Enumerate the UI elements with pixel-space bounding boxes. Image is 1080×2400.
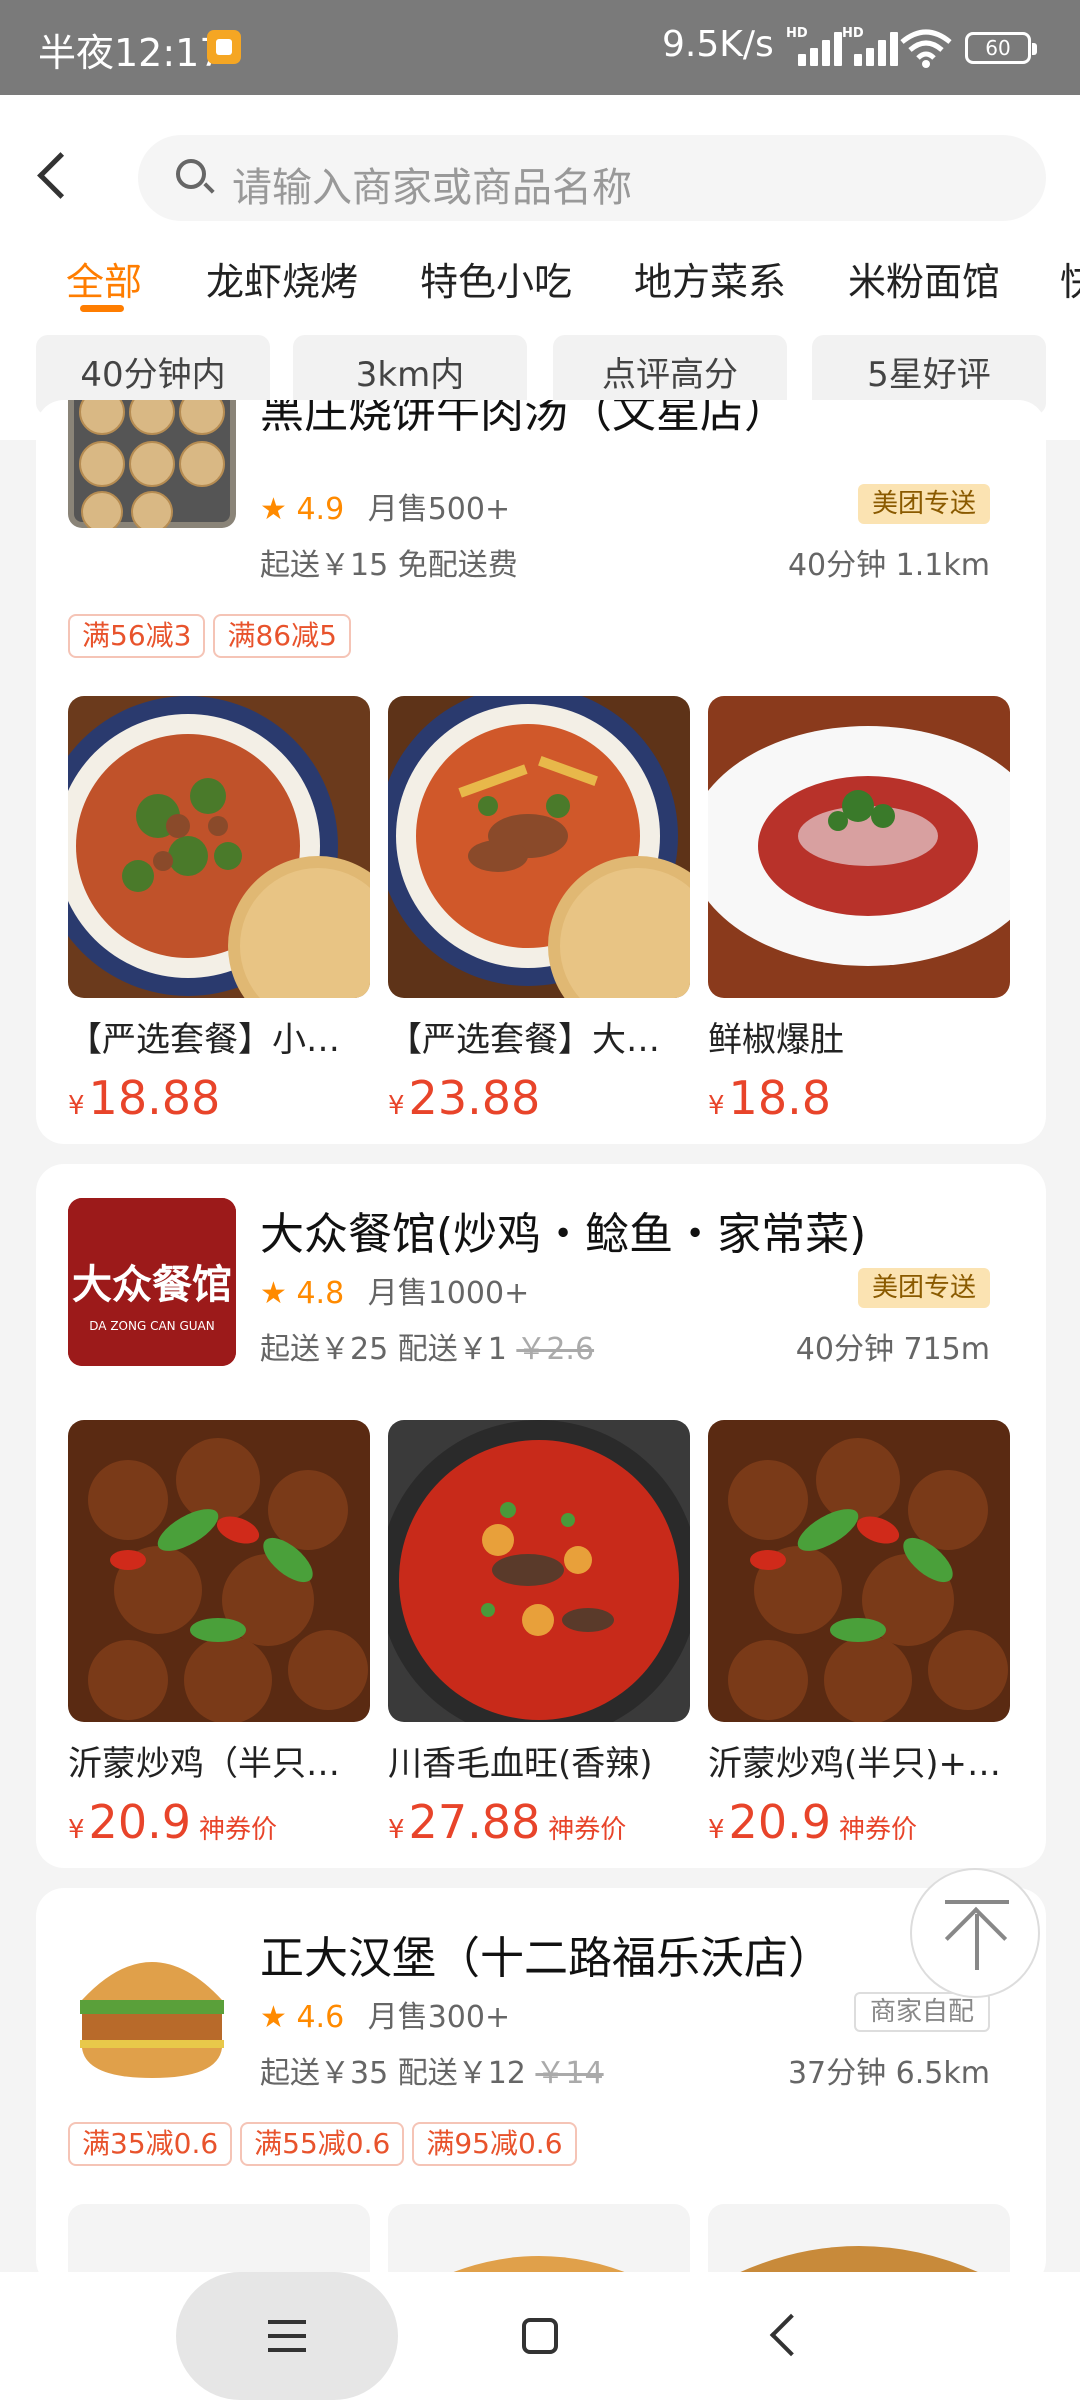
dish-name: 川香毛血旺(香辣) xyxy=(388,1744,653,1784)
shop-name[interactable]: 黑庄烧饼牛肉汤（文星店） xyxy=(260,400,788,440)
tab-noodles[interactable]: 米粉面馆 xyxy=(848,251,1000,306)
tab-all[interactable]: 全部 xyxy=(66,251,142,306)
dish-image xyxy=(708,1420,1010,1722)
wifi-icon xyxy=(900,29,952,68)
shop-card[interactable]: 正大汉堡（十二路福乐沃店） ★ 4.6 月售300+ 商家自配 起送￥35 配送… xyxy=(36,1888,1046,2288)
dish-price: ¥18.88 xyxy=(68,1071,221,1125)
shop-rating: ★ 4.6 月售300+ xyxy=(260,2000,511,2035)
notification-icon xyxy=(207,30,241,64)
dish-price: ¥27.88 神券价 xyxy=(388,1795,627,1849)
dish-name: 鲜椒爆肚 xyxy=(708,1020,844,1060)
promo-tag: 满35减0.6 xyxy=(68,2122,233,2166)
dish-name: 【严选套餐】小… xyxy=(68,1020,340,1060)
dish-item[interactable]: 【严选套餐】小… ¥18.88 xyxy=(68,696,370,1125)
promo-list: 满35减0.6 满55减0.6 满95减0.6 xyxy=(68,2122,585,2166)
delivery-badge: 美团专送 xyxy=(857,484,990,524)
dish-price: ¥23.88 xyxy=(388,1071,541,1125)
star-icon: ★ xyxy=(260,1276,287,1311)
dish-price: ¥20.9 神券价 xyxy=(708,1795,917,1849)
dish-item[interactable]: 沂蒙炒鸡(半只)+… ¥20.9 神券价 xyxy=(708,1420,1010,1849)
dish-image xyxy=(388,696,690,998)
shop-name[interactable]: 大众餐馆(炒鸡・鲶鱼・家常菜) xyxy=(260,1198,866,1262)
shop-logo xyxy=(68,1920,236,2088)
search-icon xyxy=(176,159,206,189)
search-header: 请输入商家或商品名称 xyxy=(0,95,1080,235)
status-bar: 半夜12:17 9.5K/s HD HD 60 xyxy=(0,0,1080,95)
delivery-badge: 商家自配 xyxy=(853,1992,990,2032)
shop-name[interactable]: 正大汉堡（十二路福乐沃店） xyxy=(260,1922,832,1986)
promo-tag: 满55减0.6 xyxy=(240,2122,405,2166)
dish-name: 【严选套餐】大… xyxy=(388,1020,660,1060)
tab-more[interactable]: 快 xyxy=(1060,251,1080,306)
home-icon[interactable] xyxy=(522,2318,558,2354)
promo-tag: 满86减5 xyxy=(213,614,351,658)
tab-regional[interactable]: 地方菜系 xyxy=(634,251,786,306)
dish-image xyxy=(388,1420,690,1722)
search-placeholder: 请输入商家或商品名称 xyxy=(232,165,632,211)
delivery-badge: 美团专送 xyxy=(857,1268,990,1308)
shop-rating: ★ 4.8 月售1000+ xyxy=(260,1276,530,1311)
shop-card[interactable]: 黑庄烧饼牛肉汤（文星店） ★ 4.9 月售500+ 美团专送 起送￥15 免配送… xyxy=(36,400,1046,1144)
dish-price: ¥18.8 xyxy=(708,1071,831,1125)
dish-item[interactable]: 【严选套餐】大… ¥23.88 xyxy=(388,696,690,1125)
battery-icon: 60 xyxy=(965,32,1037,64)
signal-icon: HD xyxy=(842,26,902,66)
original-fee: ￥2.6 xyxy=(516,1332,595,1367)
dish-name: 沂蒙炒鸡(半只)+… xyxy=(708,1744,1002,1784)
shop-logo: 大众餐馆 DA ZONG CAN GUAN xyxy=(68,1198,236,1366)
category-tabs: 全部 龙虾烧烤 特色小吃 地方菜系 米粉面馆 快 xyxy=(0,235,1080,335)
signal-icon: HD xyxy=(786,26,846,66)
time-distance: 37分钟 6.5km xyxy=(787,2056,990,2091)
status-time: 半夜12:17 xyxy=(38,31,224,75)
tab-snacks[interactable]: 特色小吃 xyxy=(420,251,572,306)
back-to-top-button[interactable] xyxy=(910,1868,1040,1998)
network-speed: 9.5K/s xyxy=(662,24,774,65)
star-icon: ★ xyxy=(260,2000,287,2035)
promo-list: 满56减3 满86减5 xyxy=(68,614,359,658)
dish-name: 沂蒙炒鸡（半只… xyxy=(68,1744,340,1784)
star-icon: ★ xyxy=(260,492,287,527)
original-fee: ￥14 xyxy=(535,2056,604,2091)
dish-item[interactable]: 鲜椒爆肚 ¥18.8 xyxy=(708,696,1010,1125)
promo-tag: 满95减0.6 xyxy=(412,2122,577,2166)
svg-text:大众餐馆: 大众餐馆 xyxy=(72,1261,232,1308)
dish-price: ¥20.9 神券价 xyxy=(68,1795,277,1849)
tab-lobster-bbq[interactable]: 龙虾烧烤 xyxy=(206,251,358,306)
search-input[interactable]: 请输入商家或商品名称 xyxy=(138,135,1046,221)
menu-icon[interactable] xyxy=(268,2320,306,2352)
shop-logo xyxy=(68,400,236,528)
dish-item[interactable]: 川香毛血旺(香辣) ¥27.88 神券价 xyxy=(388,1420,690,1849)
promo-tag: 满56减3 xyxy=(68,614,206,658)
dish-image xyxy=(68,1420,370,1722)
time-distance: 40分钟 1.1km xyxy=(787,548,990,583)
tab-active-indicator xyxy=(80,305,124,312)
dish-image xyxy=(708,696,1010,998)
delivery-fee: 起送￥15 免配送费 xyxy=(260,548,518,583)
time-distance: 40分钟 715m xyxy=(795,1332,990,1367)
system-nav-bar xyxy=(0,2272,1080,2400)
back-icon[interactable] xyxy=(769,2313,813,2357)
arrow-up-icon xyxy=(944,1906,1008,1970)
back-arrow-icon[interactable] xyxy=(34,147,74,199)
delivery-fee: 起送￥35 配送￥12 ￥14 xyxy=(260,2056,604,2091)
dish-item[interactable]: 沂蒙炒鸡（半只… ¥20.9 神券价 xyxy=(68,1420,370,1849)
shop-rating: ★ 4.9 月售500+ xyxy=(260,492,511,527)
dish-image xyxy=(68,696,370,998)
svg-text:DA ZONG CAN GUAN: DA ZONG CAN GUAN xyxy=(89,1319,214,1333)
shop-card[interactable]: 大众餐馆 DA ZONG CAN GUAN 大众餐馆(炒鸡・鲶鱼・家常菜) ★ … xyxy=(36,1164,1046,1868)
delivery-fee: 起送￥25 配送￥1 ￥2.6 xyxy=(260,1332,595,1367)
